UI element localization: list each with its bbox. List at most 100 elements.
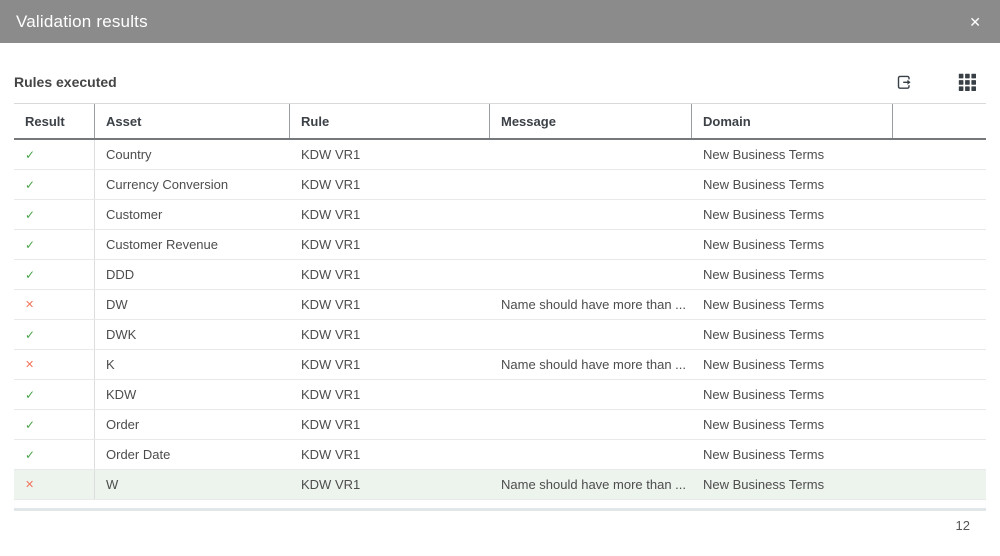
table-row[interactable]: ✓ OrderKDW VR1 New Business Terms bbox=[14, 410, 986, 440]
domain-cell: New Business Terms bbox=[692, 320, 893, 349]
table-row[interactable]: ✕ KKDW VR1Name should have more than ...N… bbox=[14, 350, 986, 380]
export-icon bbox=[895, 80, 914, 95]
column-header-asset[interactable]: Asset bbox=[95, 104, 290, 138]
table-header: Result Asset Rule Message Domain bbox=[14, 103, 986, 140]
result-cell: ✓ bbox=[14, 440, 95, 469]
table-row[interactable]: ✕ DWKDW VR1Name should have more than ...… bbox=[14, 290, 986, 320]
domain-cell: New Business Terms bbox=[692, 140, 893, 169]
rule-cell: KDW VR1 bbox=[290, 440, 490, 469]
row-count: 12 bbox=[0, 518, 970, 533]
domain-cell: New Business Terms bbox=[692, 350, 893, 379]
table-row[interactable]: ✓Currency ConversionKDW VR1New Business … bbox=[14, 170, 986, 200]
empty-cell bbox=[893, 200, 986, 229]
message-cell bbox=[490, 440, 692, 469]
rule-cell: KDW VR1 bbox=[290, 350, 490, 379]
column-settings-button[interactable] bbox=[958, 73, 977, 92]
asset-cell: KDW bbox=[95, 380, 290, 409]
message-cell: Name should have more than ... bbox=[490, 470, 692, 499]
column-header-result[interactable]: Result bbox=[14, 104, 95, 138]
pass-check-icon: ✓ bbox=[25, 328, 35, 342]
export-button[interactable] bbox=[895, 73, 914, 92]
rule-cell: KDW VR1 bbox=[290, 260, 490, 289]
rule-cell: KDW VR1 bbox=[290, 140, 490, 169]
empty-cell bbox=[893, 380, 986, 409]
domain-cell: New Business Terms bbox=[692, 230, 893, 259]
column-header-extra bbox=[893, 104, 986, 138]
result-cell: ✓ bbox=[14, 230, 95, 259]
rule-cell: KDW VR1 bbox=[290, 380, 490, 409]
message-cell bbox=[490, 260, 692, 289]
close-icon[interactable]: ✕ bbox=[966, 13, 984, 31]
pass-check-icon: ✓ bbox=[25, 148, 35, 162]
column-header-domain[interactable]: Domain bbox=[692, 104, 893, 138]
table-row[interactable]: ✓ CustomerKDW VR1 New Business Terms bbox=[14, 200, 986, 230]
asset-cell: Order Date bbox=[95, 440, 290, 469]
pass-check-icon: ✓ bbox=[25, 418, 35, 432]
message-cell bbox=[490, 140, 692, 169]
asset-cell: Customer bbox=[95, 200, 290, 229]
empty-cell bbox=[893, 320, 986, 349]
column-header-message[interactable]: Message bbox=[490, 104, 692, 138]
asset-cell: DWK bbox=[95, 320, 290, 349]
table-row[interactable]: ✓DDDKDW VR1New Business Terms bbox=[14, 260, 986, 290]
domain-cell: New Business Terms bbox=[692, 470, 893, 499]
domain-cell: New Business Terms bbox=[692, 380, 893, 409]
rule-cell: KDW VR1 bbox=[290, 470, 490, 499]
table-row[interactable]: ✓ Customer RevenueKDW VR1 New Business Ter… bbox=[14, 230, 986, 260]
table-row[interactable]: ✓KDWKDW VR1 New Business Terms bbox=[14, 380, 986, 410]
rule-cell: KDW VR1 bbox=[290, 200, 490, 229]
domain-cell: New Business Terms bbox=[692, 290, 893, 319]
message-cell bbox=[490, 230, 692, 259]
domain-cell: New Business Terms bbox=[692, 170, 893, 199]
domain-cell: New Business Terms bbox=[692, 440, 893, 469]
section-heading: Rules executed bbox=[14, 74, 117, 90]
message-cell bbox=[490, 410, 692, 439]
message-cell: Name should have more than ... bbox=[490, 290, 692, 319]
result-cell: ✓ bbox=[14, 140, 95, 169]
empty-cell bbox=[893, 140, 986, 169]
result-cell: ✓ bbox=[14, 410, 95, 439]
asset-cell: Order bbox=[95, 410, 290, 439]
table-footer-divider bbox=[14, 508, 986, 511]
pass-check-icon: ✓ bbox=[25, 208, 35, 222]
fail-x-icon: ✕ bbox=[25, 358, 34, 371]
asset-cell: DDD bbox=[95, 260, 290, 289]
toolbar-icons bbox=[895, 73, 977, 92]
message-cell bbox=[490, 380, 692, 409]
section-toolbar: Rules executed bbox=[14, 61, 986, 103]
pass-check-icon: ✓ bbox=[25, 238, 35, 252]
result-cell: ✕ bbox=[14, 350, 95, 379]
result-cell: ✕ bbox=[14, 290, 95, 319]
pass-check-icon: ✓ bbox=[25, 448, 35, 462]
asset-cell: Customer Revenue bbox=[95, 230, 290, 259]
asset-cell: DW bbox=[95, 290, 290, 319]
domain-cell: New Business Terms bbox=[692, 200, 893, 229]
empty-cell bbox=[893, 410, 986, 439]
result-cell: ✓ bbox=[14, 170, 95, 199]
pass-check-icon: ✓ bbox=[25, 268, 35, 282]
table-row[interactable]: ✓ CountryKDW VR1 New Business Terms bbox=[14, 140, 986, 170]
result-cell: ✓ bbox=[14, 200, 95, 229]
asset-cell: K bbox=[95, 350, 290, 379]
rule-cell: KDW VR1 bbox=[290, 230, 490, 259]
fail-x-icon: ✕ bbox=[25, 298, 34, 311]
rule-cell: KDW VR1 bbox=[290, 290, 490, 319]
asset-cell: Currency Conversion bbox=[95, 170, 290, 199]
empty-cell bbox=[893, 170, 986, 199]
table-body: ✓CountryKDW VR1New Business Terms✓Curren… bbox=[14, 140, 986, 500]
message-cell bbox=[490, 200, 692, 229]
asset-cell: Country bbox=[95, 140, 290, 169]
empty-cell bbox=[893, 350, 986, 379]
rule-cell: KDW VR1 bbox=[290, 410, 490, 439]
pass-check-icon: ✓ bbox=[25, 178, 35, 192]
domain-cell: New Business Terms bbox=[692, 410, 893, 439]
table-row[interactable]: ✓ Order DateKDW VR1 New Business Terms bbox=[14, 440, 986, 470]
fail-x-icon: ✕ bbox=[25, 478, 34, 491]
asset-cell: W bbox=[95, 470, 290, 499]
table-row[interactable]: ✓DWKKDW VR1New Business Terms bbox=[14, 320, 986, 350]
result-cell: ✓ bbox=[14, 380, 95, 409]
message-cell bbox=[490, 170, 692, 199]
column-header-rule[interactable]: Rule bbox=[290, 104, 490, 138]
message-cell: Name should have more than ... bbox=[490, 350, 692, 379]
table-row[interactable]: ✕ WKDW VR1Name should have more than ...N… bbox=[14, 470, 986, 500]
